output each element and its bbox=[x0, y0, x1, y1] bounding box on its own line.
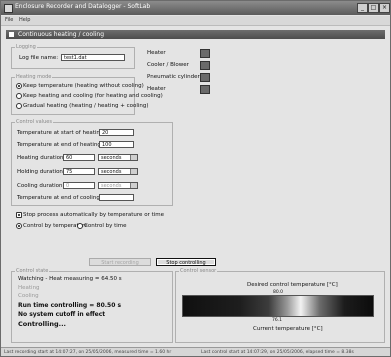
cooling-duration-unit-select[interactable]: seconds bbox=[98, 182, 138, 189]
heating-duration-unit-select[interactable]: seconds bbox=[98, 154, 138, 161]
title-bar: Enclosure Recorder and Datalogger - Soft… bbox=[1, 1, 390, 15]
menu-help[interactable]: Help bbox=[19, 17, 30, 23]
status-right: Last control start at 14:07:29, on 25/05… bbox=[201, 350, 354, 355]
status-bar: Last recording start at 14:07:27, on 25/… bbox=[1, 347, 390, 356]
led-label-heater-2: Heater bbox=[147, 86, 166, 92]
minimize-icon[interactable]: _ bbox=[357, 3, 368, 13]
cooling-duration-input[interactable]: 0 bbox=[63, 182, 95, 189]
mode-option-3: Gradual heating (heating / heating + coo… bbox=[23, 103, 149, 109]
led-label-pneumatic: Pneumatic cylinder bbox=[147, 74, 200, 80]
mode-radio-2[interactable] bbox=[16, 93, 22, 99]
window-title: Enclosure Recorder and Datalogger - Soft… bbox=[15, 3, 151, 10]
logging-group-title: Logging bbox=[15, 44, 37, 50]
start-recording-button[interactable]: Start recording bbox=[89, 258, 151, 266]
field-label-heating-duration: Heating duration: bbox=[17, 155, 66, 161]
stop-by-time-label: Control by time bbox=[84, 223, 127, 229]
cool-end-temp-input[interactable] bbox=[99, 194, 134, 201]
mode-group-title: Heating mode bbox=[15, 74, 53, 80]
app-window: Enclosure Recorder and Datalogger - Soft… bbox=[0, 0, 391, 357]
led-label-blower: Cooler / Blower bbox=[147, 62, 189, 68]
mode-radio-1[interactable] bbox=[16, 83, 22, 89]
log-line-4: Run time controlling = 80.50 s bbox=[18, 302, 122, 309]
status-left: Last recording start at 14:07:27, on 25/… bbox=[4, 350, 172, 355]
heating-duration-input[interactable]: 60 bbox=[63, 154, 95, 161]
panel-header: Continuous heating / cooling bbox=[6, 30, 385, 39]
field-label-holding-duration: Holding duration: bbox=[17, 169, 65, 175]
desired-temp-label: Desired control temperature [°C] bbox=[247, 282, 338, 288]
field-label-cooling-duration: Cooling duration: bbox=[17, 183, 65, 189]
menu-bar: File Help bbox=[1, 16, 390, 26]
auto-stop-checkbox[interactable] bbox=[16, 212, 22, 218]
holding-duration-input[interactable]: 75 bbox=[63, 168, 95, 175]
control-state-title: Control state bbox=[15, 268, 50, 274]
close-icon[interactable]: × bbox=[379, 3, 390, 13]
control-group-title: Control values bbox=[15, 119, 53, 125]
current-temp-label: Current temperature [°C] bbox=[253, 326, 323, 332]
end-temp-input[interactable]: 100 bbox=[99, 141, 134, 148]
current-temp-value: 76.1 bbox=[272, 318, 283, 323]
temperature-bar bbox=[182, 295, 374, 317]
log-line-3: Cooling bbox=[18, 293, 39, 299]
panel-title: Continuous heating / cooling bbox=[18, 31, 105, 38]
log-line-2: Heating bbox=[18, 285, 40, 291]
menu-file[interactable]: File bbox=[5, 17, 13, 23]
stop-by-temperature-radio[interactable] bbox=[16, 223, 22, 229]
heater-indicator-icon bbox=[200, 49, 210, 58]
log-line-5: No system cutoff in effect bbox=[18, 311, 106, 318]
pneumatic-indicator-icon bbox=[200, 73, 210, 82]
mode-option-1: Keep temperature (heating without coolin… bbox=[23, 83, 144, 89]
panel-icon bbox=[9, 32, 14, 37]
led-label-heater: Heater bbox=[147, 50, 166, 56]
auto-stop-label: Stop process automatically by temperatur… bbox=[23, 212, 164, 218]
start-temp-input[interactable]: 20 bbox=[99, 129, 134, 136]
blower-indicator-icon bbox=[200, 61, 210, 70]
mode-radio-3[interactable] bbox=[16, 103, 22, 109]
mode-option-2: Keep heating and cooling (for heating an… bbox=[23, 93, 163, 99]
log-line-1: Watching - Heat measuring = 64.50 s bbox=[18, 276, 122, 282]
heater-2-indicator-icon bbox=[200, 85, 210, 94]
stop-controlling-button[interactable]: Stop controlling bbox=[156, 258, 216, 266]
control-sensor-title: Control sensor bbox=[179, 268, 218, 274]
maximize-icon[interactable]: □ bbox=[368, 3, 379, 13]
logfile-label: Log file name: bbox=[19, 55, 59, 61]
log-line-6: Controlling... bbox=[18, 320, 67, 328]
stop-by-time-radio[interactable] bbox=[77, 223, 83, 229]
logfile-input[interactable]: test1.dat bbox=[61, 54, 125, 61]
holding-duration-unit-select[interactable]: seconds bbox=[98, 168, 138, 175]
app-icon bbox=[4, 4, 13, 13]
